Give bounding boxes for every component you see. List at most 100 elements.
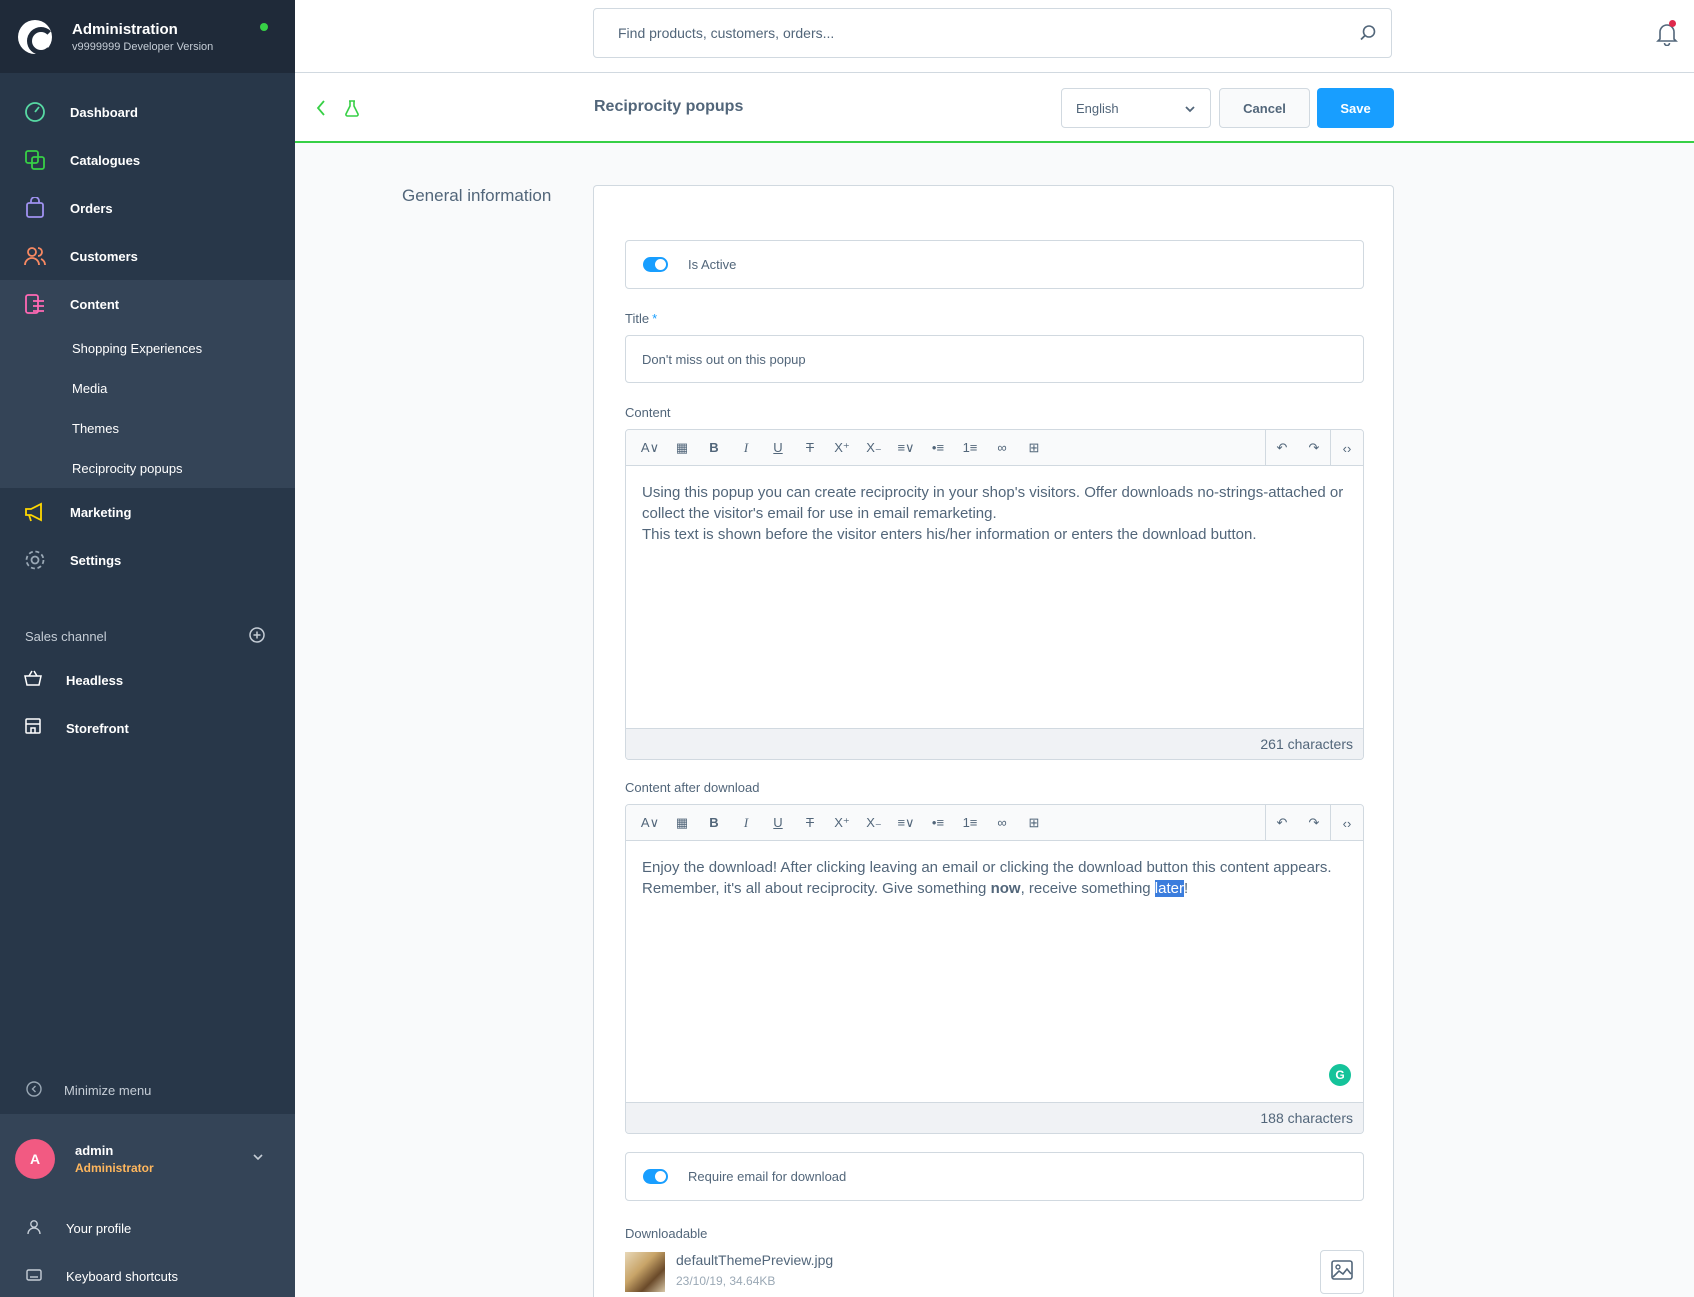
flask-icon <box>345 99 359 122</box>
file-name: defaultThemePreview.jpg <box>676 1252 834 1268</box>
sub-item-themes[interactable]: Themes <box>0 408 295 448</box>
content-editor-body[interactable]: Using this popup you can create reciproc… <box>626 466 1363 728</box>
subscript-icon[interactable]: X₋ <box>858 430 890 466</box>
file-meta: 23/10/19, 34.64KB <box>676 1274 776 1288</box>
text-style-icon[interactable]: A∨ <box>634 805 666 841</box>
shopware-logo-icon <box>18 19 55 55</box>
nav-label: Dashboard <box>70 104 138 120</box>
title-input[interactable]: Don't miss out on this popup <box>625 335 1364 383</box>
code-view-icon[interactable]: ‹› <box>1331 805 1363 841</box>
status-indicator <box>260 23 268 31</box>
align-icon[interactable]: ≡∨ <box>890 430 922 466</box>
language-select[interactable]: English <box>1061 88 1211 128</box>
nav-label: Content <box>70 296 120 312</box>
after-paragraph: Remember, it's all about reciprocity. Gi… <box>642 880 1189 897</box>
content-editor-toolbar: A∨ ▦ B I U T X⁺ X₋ ≡∨ •≡ 1≡ ∞ ⊞ ↶ ↷ ‹› <box>626 430 1363 466</box>
table-icon[interactable]: ⊞ <box>1018 430 1050 466</box>
sales-channel-list: Headless Storefront <box>0 656 295 752</box>
nav-item-content[interactable]: Content <box>0 280 295 328</box>
sub-item-media[interactable]: Media <box>0 368 295 408</box>
notifications-button[interactable] <box>1656 20 1678 51</box>
is-active-toggle[interactable] <box>643 257 668 272</box>
underline-icon[interactable]: U <box>762 430 794 466</box>
bullet-list-icon[interactable]: •≡ <box>922 430 954 466</box>
chevron-down-icon <box>251 1150 265 1169</box>
customers-icon <box>24 245 46 267</box>
superscript-icon[interactable]: X⁺ <box>826 430 858 466</box>
sales-channel-storefront[interactable]: Storefront <box>0 704 295 752</box>
nav-item-marketing[interactable]: Marketing <box>0 488 295 536</box>
redo-icon[interactable]: ↷ <box>1298 430 1330 466</box>
undo-icon[interactable]: ↶ <box>1266 805 1298 841</box>
nav-item-catalogues[interactable]: Catalogues <box>0 136 295 184</box>
nav-item-customers[interactable]: Customers <box>0 232 295 280</box>
top-bar <box>295 0 1694 73</box>
search-icon[interactable] <box>1359 24 1377 47</box>
after-editor-body[interactable]: Enjoy the download! After clicking leavi… <box>626 841 1363 1102</box>
italic-icon[interactable]: I <box>730 430 762 466</box>
user-panel: A admin Administrator Your profile Keybo… <box>0 1114 295 1297</box>
content-after-download-editor: A∨ ▦ B I U T X⁺ X₋ ≡∨ •≡ 1≡ ∞ ⊞ ↶ ↷ ‹› E… <box>625 804 1364 1134</box>
undo-icon[interactable]: ↶ <box>1266 430 1298 466</box>
grammarly-icon[interactable]: G <box>1329 1064 1351 1086</box>
selected-text: later <box>1154 880 1184 897</box>
background-color-icon[interactable]: ▦ <box>666 430 698 466</box>
avatar: A <box>15 1139 55 1179</box>
keyboard-shortcuts-link[interactable]: Keyboard shortcuts <box>0 1252 295 1297</box>
user-role: Administrator <box>75 1161 154 1175</box>
minimize-menu-button[interactable]: Minimize menu <box>0 1075 295 1105</box>
numbered-list-icon[interactable]: 1≡ <box>954 805 986 841</box>
nav-label: Orders <box>70 200 113 216</box>
sales-channel-header: Sales channel <box>25 622 265 650</box>
table-icon[interactable]: ⊞ <box>1018 805 1050 841</box>
downloadable-file: defaultThemePreview.jpg 23/10/19, 34.64K… <box>625 1250 1364 1294</box>
chevron-down-icon <box>1184 103 1196 118</box>
underline-icon[interactable]: U <box>762 805 794 841</box>
back-arrow-icon[interactable] <box>315 99 327 122</box>
bold-icon[interactable]: B <box>698 430 730 466</box>
italic-icon[interactable]: I <box>730 805 762 841</box>
background-color-icon[interactable]: ▦ <box>666 805 698 841</box>
brand-header: Administration v9999999 Developer Versio… <box>0 0 295 73</box>
search-input[interactable] <box>618 25 1338 41</box>
bullet-list-icon[interactable]: •≡ <box>922 805 954 841</box>
add-sales-channel-icon[interactable] <box>249 626 265 646</box>
is-active-switch-field: Is Active <box>625 240 1364 289</box>
your-profile-link[interactable]: Your profile <box>0 1204 295 1252</box>
keyboard-icon <box>26 1268 42 1285</box>
save-button[interactable]: Save <box>1317 88 1394 128</box>
redo-icon[interactable]: ↷ <box>1298 805 1330 841</box>
after-character-count: 188 characters <box>626 1102 1363 1133</box>
align-icon[interactable]: ≡∨ <box>890 805 922 841</box>
nav-item-dashboard[interactable]: Dashboard <box>0 88 295 136</box>
subscript-icon[interactable]: X₋ <box>858 805 890 841</box>
cancel-button[interactable]: Cancel <box>1219 88 1310 128</box>
app-title: Administration <box>72 20 178 38</box>
content-paragraph: This text is shown before the visitor en… <box>642 526 1257 543</box>
nav-item-settings[interactable]: Settings <box>0 536 295 584</box>
page-title: Reciprocity popups <box>594 98 744 115</box>
downloadable-label: Downloadable <box>625 1226 708 1241</box>
user-menu-toggle[interactable]: A admin Administrator <box>0 1114 295 1204</box>
link-icon[interactable]: ∞ <box>986 805 1018 841</box>
superscript-icon[interactable]: X⁺ <box>826 805 858 841</box>
strikethrough-icon[interactable]: T <box>794 430 826 466</box>
user-icon <box>26 1219 42 1238</box>
text-style-icon[interactable]: A∨ <box>634 430 666 466</box>
open-media-button[interactable] <box>1320 1250 1364 1294</box>
sub-item-shopping-experiences[interactable]: Shopping Experiences <box>0 328 295 368</box>
sales-channel-headless[interactable]: Headless <box>0 656 295 704</box>
nav-item-orders[interactable]: Orders <box>0 184 295 232</box>
content-icon <box>24 293 46 315</box>
user-name: admin <box>75 1143 114 1158</box>
sub-item-reciprocity-popups[interactable]: Reciprocity popups <box>0 448 295 488</box>
title-label: Title * <box>625 311 658 326</box>
code-view-icon[interactable]: ‹› <box>1331 430 1363 466</box>
orders-icon <box>24 197 46 219</box>
strikethrough-icon[interactable]: T <box>794 805 826 841</box>
numbered-list-icon[interactable]: 1≡ <box>954 430 986 466</box>
bold-icon[interactable]: B <box>698 805 730 841</box>
language-value: English <box>1076 100 1119 116</box>
require-email-toggle[interactable] <box>643 1169 668 1184</box>
link-icon[interactable]: ∞ <box>986 430 1018 466</box>
